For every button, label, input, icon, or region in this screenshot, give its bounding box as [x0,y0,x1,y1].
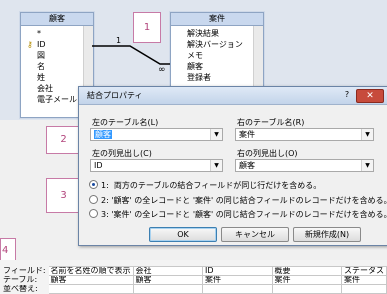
radio-icon [89,195,98,204]
right-column-value: 顧客 [239,161,255,170]
grid-cell[interactable]: ID [202,266,273,276]
left-table-label: 左のテーブル名(L) [92,118,159,127]
grid-cell[interactable]: 会社 [132,266,204,276]
grid-cell[interactable]: 名前を名姓の順で表示 [47,266,134,276]
callout-3: 3 [46,178,81,213]
new-join-button[interactable]: 新規作成(N) [293,227,361,242]
left-column-select[interactable]: ID ▼ [90,159,223,172]
join-option-2[interactable]: 2: '顧客' の全レコードと '案件' の同じ結合フィールドのレコードだけを含… [89,195,387,206]
join-option-3[interactable]: 3: '案件' の全レコードと '顧客' の同じ結合フィールドのレコードだけを含… [89,209,387,220]
grid-row-table: テーブル: 顧客 顧客 案件 案件 案件 [0,275,387,285]
help-button[interactable]: ? [341,90,353,100]
join-option-number: 1: [101,181,109,190]
right-table-select[interactable]: 案件 ▼ [235,128,374,141]
ok-button[interactable]: OK [149,227,217,242]
dialog-title: 結合プロパティ [87,91,143,100]
grid-cell[interactable]: 案件 [271,275,343,285]
chevron-down-icon: ▼ [361,160,373,171]
query-design-grid: フィールド: 名前を名姓の順で表示 会社 ID 概要 ステータス テーブル: 顧… [0,266,387,294]
join-properties-dialog: 結合プロパティ ? ✕ 左のテーブル名(L) 顧客 ▼ 右のテーブル名(R) 案… [78,86,387,246]
join-option-number: 2: [101,196,109,205]
join-option-number: 3: [101,210,109,219]
grid-row-sort: 並べ替え: [0,284,387,294]
grid-row-label: 並べ替え: [0,284,49,294]
dialog-titlebar[interactable]: 結合プロパティ ? ✕ [79,87,387,105]
join-option-1[interactable]: 1: 両方のテーブルの結合フィールドが同じ行だけを含める。 [89,180,321,191]
radio-selected-icon [89,180,98,189]
grid-cell[interactable]: ステータス [341,266,387,276]
grid-cell[interactable]: 顧客 [132,275,204,285]
grid-cell[interactable]: 案件 [341,275,387,285]
grid-cell[interactable] [271,284,343,294]
right-table-value: 案件 [239,130,255,139]
right-table-label: 右のテーブル名(R) [237,118,305,127]
grid-row-field: フィールド: 名前を名姓の順で表示 会社 ID 概要 ステータス [0,266,387,276]
relationship-many-label: ∞ [158,65,166,75]
close-button[interactable]: ✕ [356,89,384,103]
cancel-button[interactable]: キャンセル [221,227,289,242]
chevron-down-icon: ▼ [361,129,373,140]
grid-cell[interactable] [341,284,387,294]
chevron-down-icon: ▼ [210,160,222,171]
grid-row-label: フィールド: [0,266,49,276]
grid-cell[interactable] [202,284,273,294]
grid-cell[interactable]: 概要 [271,266,343,276]
grid-cell[interactable] [47,284,134,294]
callout-1: 1 [133,12,161,43]
relationship-one-label: 1 [116,36,121,45]
chevron-down-icon: ▼ [210,129,222,140]
join-option-text: '案件' の全レコードと '顧客' の同じ結合フィールドのレコードだけを含める。 [111,210,387,219]
right-column-select[interactable]: 顧客 ▼ [235,159,374,172]
left-column-label: 左の列見出し(C) [92,149,152,158]
left-table-select[interactable]: 顧客 ▼ [90,128,223,141]
radio-icon [89,209,98,218]
grid-cell[interactable]: 案件 [202,275,273,285]
left-column-value: ID [94,161,103,170]
right-column-label: 右の列見出し(O) [237,149,298,158]
join-option-text: 両方のテーブルの結合フィールドが同じ行だけを含める。 [113,181,322,190]
join-option-text: '顧客' の全レコードと '案件' の同じ結合フィールドのレコードだけを含める。 [111,196,387,205]
grid-cell[interactable] [132,284,204,294]
callout-2: 2 [46,126,81,154]
left-table-value: 顧客 [94,130,112,139]
grid-row-label: テーブル: [0,275,49,285]
grid-cell[interactable]: 顧客 [47,275,134,285]
